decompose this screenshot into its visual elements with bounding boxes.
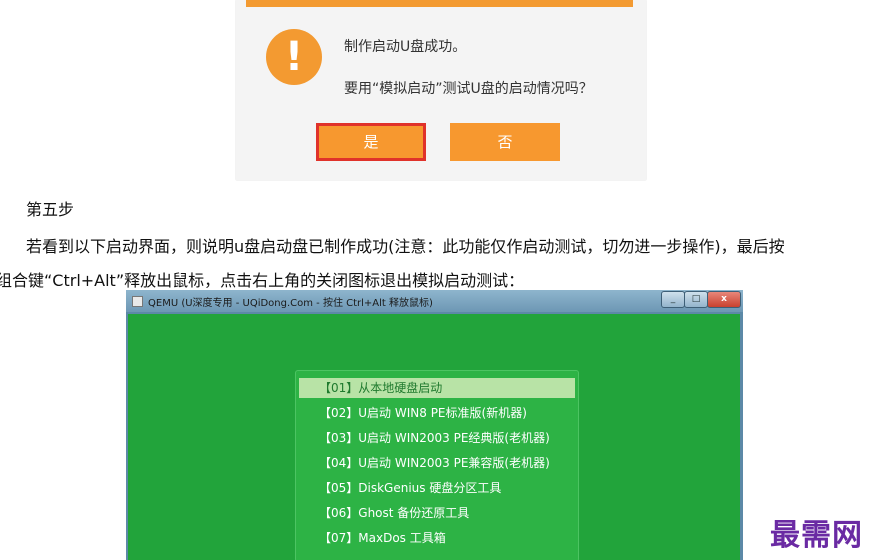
boot-menu-item[interactable]: 【05】DiskGenius 硬盘分区工具 [299,478,575,498]
no-button[interactable]: 否 [450,123,560,161]
success-dialog: ! 制作启动U盘成功。 要用“模拟启动”测试U盘的启动情况吗？ 是 否 [236,0,646,180]
qemu-window-title: QEMU (U深度专用 - UQiDong.Com - 按住 Ctrl+Alt … [148,298,433,309]
boot-menu-item[interactable]: 【06】Ghost 备份还原工具 [299,503,575,523]
exclamation-icon: ! [266,29,322,85]
qemu-title-bar[interactable]: QEMU (U深度专用 - UQiDong.Com - 按住 Ctrl+Alt … [126,290,743,312]
boot-menu-item[interactable]: 【01】从本地硬盘启动 [299,378,575,398]
boot-menu-item[interactable]: 【04】U启动 WIN2003 PE兼容版(老机器) [299,453,575,473]
dialog-title-bar [246,0,633,7]
watermark-logo: 最需网 [770,518,863,553]
instruction-line-1: 若看到以下启动界面，则说明u盘启动盘已制作成功(注意：此功能仅作启动测试，切勿进… [26,237,785,256]
boot-menu-item[interactable]: 【07】MaxDos 工具箱 [299,528,575,548]
simulate-question: 要用“模拟启动”测试U盘的启动情况吗？ [344,81,593,97]
qemu-app-icon [132,296,143,307]
boot-menu-item[interactable]: 【03】U启动 WIN2003 PE经典版(老机器) [299,428,575,448]
maximize-button[interactable]: □ [684,291,708,308]
boot-menu-item[interactable]: 【02】U启动 WIN8 PE标准版(新机器) [299,403,575,423]
qemu-screen[interactable]: 【01】从本地硬盘启动 【02】U启动 WIN8 PE标准版(新机器) 【03】U启… [128,314,740,560]
close-button[interactable]: x [707,291,741,308]
qemu-window: QEMU (U深度专用 - UQiDong.Com - 按住 Ctrl+Alt … [126,290,743,560]
step-title: 第五步 [26,200,75,219]
boot-menu: 【01】从本地硬盘启动 【02】U启动 WIN8 PE标准版(新机器) 【03】U启… [295,370,579,560]
minimize-button[interactable]: _ [661,291,685,308]
success-message: 制作启动U盘成功。 [344,39,467,55]
yes-button[interactable]: 是 [316,123,426,161]
